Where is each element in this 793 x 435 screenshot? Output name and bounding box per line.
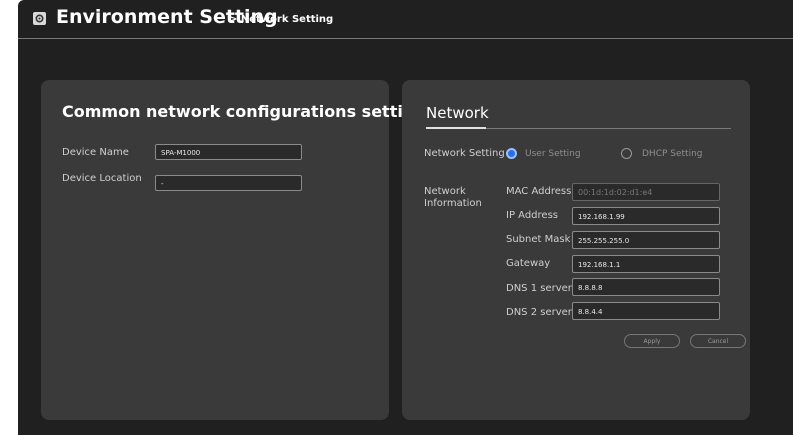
dns2-field[interactable]: 8.8.4.4 bbox=[572, 302, 720, 320]
dhcp-setting-label[interactable]: DHCP Setting bbox=[642, 149, 703, 159]
panel-title: Common network configurations setting bbox=[62, 102, 426, 121]
mac-address-label: MAC Address bbox=[506, 186, 572, 197]
network-title: Network bbox=[426, 104, 489, 122]
gear-icon bbox=[33, 12, 46, 25]
user-setting-label[interactable]: User Setting bbox=[525, 149, 581, 159]
device-name-label: Device Name bbox=[62, 147, 129, 158]
network-information-label-2: Information bbox=[424, 198, 482, 209]
ip-address-label: IP Address bbox=[506, 210, 558, 221]
common-network-panel: Common network configurations setting De… bbox=[41, 80, 426, 420]
ip-address-field[interactable]: 192.168.1.99 bbox=[572, 207, 720, 225]
gateway-label: Gateway bbox=[506, 258, 551, 269]
gateway-field[interactable]: 192.168.1.1 bbox=[572, 255, 720, 273]
device-location-label: Device Location bbox=[62, 173, 142, 184]
environment-setting-window: Environment Setting > Network Setting Co… bbox=[18, 0, 793, 435]
dns2-label: DNS 2 server bbox=[506, 307, 572, 318]
page-header: Environment Setting > Network Setting bbox=[18, 0, 793, 39]
network-panel: Network Network Setting User Setting DHC… bbox=[402, 80, 750, 420]
network-information-label-1: Network bbox=[424, 186, 466, 197]
mac-address-field: 00:1d:1d:02:d1:e4 bbox=[572, 183, 720, 201]
cancel-button[interactable]: Cancel bbox=[690, 334, 746, 348]
dhcp-setting-radio[interactable] bbox=[621, 148, 632, 159]
subnet-mask-field[interactable]: 255.255.255.0 bbox=[572, 231, 720, 249]
dns1-label: DNS 1 server bbox=[506, 283, 572, 294]
network-setting-label: Network Setting bbox=[424, 148, 505, 159]
user-setting-radio[interactable] bbox=[506, 148, 517, 159]
breadcrumb: > Network Setting bbox=[229, 14, 334, 25]
subnet-mask-label: Subnet Mask bbox=[506, 234, 571, 245]
device-location-field[interactable]: - bbox=[155, 175, 302, 191]
dns1-field[interactable]: 8.8.8.8 bbox=[572, 278, 720, 296]
device-name-field[interactable]: SPA-M1000 bbox=[155, 144, 302, 160]
apply-button[interactable]: Apply bbox=[624, 334, 680, 348]
title-underline bbox=[426, 127, 486, 129]
